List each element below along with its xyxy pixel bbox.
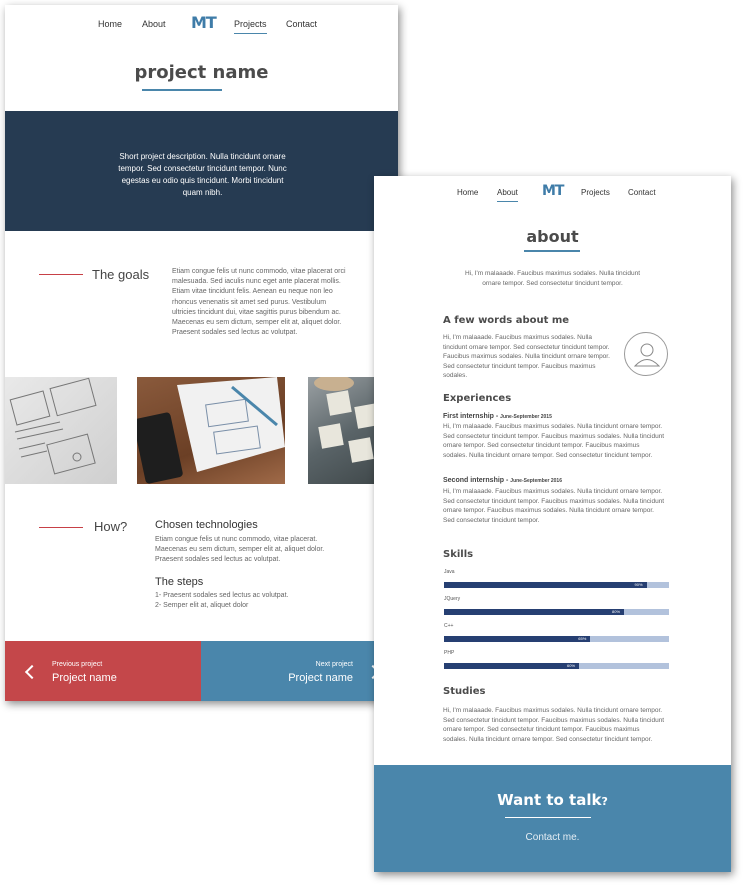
page-title: about <box>526 227 579 246</box>
skill-php-fill <box>444 663 579 669</box>
chevron-left-icon <box>24 664 40 680</box>
second-internship-text: Hi, I'm malaaade. Faucibus maximus sodal… <box>443 488 665 524</box>
second-internship-date: June-September 2016 <box>510 478 562 484</box>
how-heading: How? <box>94 519 128 534</box>
second-internship-name: Second internship - <box>443 477 511 484</box>
nav-home-link[interactable]: Home <box>457 188 478 197</box>
page-title: project name <box>134 62 269 83</box>
hero-description: Short project description. Nulla tincidu… <box>118 152 287 197</box>
notebook-phone-drawing <box>137 377 285 484</box>
previous-project-button[interactable]: Previous project Project name <box>5 641 201 701</box>
nav-projects-link[interactable]: Projects <box>234 19 267 34</box>
wireframe-sketch-drawing <box>9 377 97 475</box>
skill-php-label: PHP <box>444 650 455 656</box>
skill-jquery-fill <box>444 609 624 615</box>
skill-jquery-percent: 80% <box>612 609 621 614</box>
skill-java-percent: 90% <box>634 582 643 587</box>
next-project-caption: Next project <box>315 661 353 668</box>
skill-php-bar: 60% <box>444 663 669 669</box>
nav-home-link[interactable]: Home <box>98 19 122 29</box>
talk-heading-text: Want to talk <box>497 791 602 809</box>
contact-banner: Want to talk? Contact me. <box>374 765 731 872</box>
second-internship-title: Second internship - June-September 2016 <box>443 477 562 484</box>
chosen-technologies-heading: Chosen technologies <box>155 519 258 531</box>
nav-projects-link[interactable]: Projects <box>581 188 610 197</box>
skill-cpp-bar: 65% <box>444 636 669 642</box>
logo[interactable]: MT <box>191 13 217 32</box>
few-words-text: Hi, I'm malaaade. Faucibus maximus sodal… <box>443 334 610 379</box>
skill-cpp-percent: 65% <box>578 636 587 641</box>
experiences-heading: Experiences <box>443 393 512 404</box>
studies-text: Hi, I'm malaaade. Faucibus maximus sodal… <box>443 707 665 743</box>
skill-jquery-bar: 80% <box>444 609 669 615</box>
hero-banner: Short project description. Nulla tincidu… <box>5 111 398 231</box>
top-nav: Home About MT Projects Contact <box>5 5 398 45</box>
skill-jquery-label: JQuery <box>444 596 461 602</box>
chosen-technologies-text: Etiam congue felis ut nunc commodo, vita… <box>155 536 325 564</box>
step-1: 1- Praesent sodales sed lectus ac volutp… <box>155 592 289 599</box>
first-internship-text: Hi, I'm malaaade. Faucibus maximus sodal… <box>443 423 665 459</box>
skill-cpp-label: C++ <box>444 623 454 629</box>
skill-php-percent: 60% <box>567 663 576 668</box>
skill-java-fill <box>444 582 647 588</box>
talk-underline <box>505 817 591 818</box>
nav-about-link[interactable]: About <box>142 19 166 29</box>
logo[interactable]: MT <box>542 183 565 199</box>
few-words-heading: A few words about me <box>443 315 570 326</box>
about-page: Home About MT Projects Contact about Hi,… <box>374 176 731 872</box>
wireframe-sketch-image <box>5 377 117 484</box>
studies-heading: Studies <box>443 686 486 697</box>
steps-heading: The steps <box>155 576 204 588</box>
first-internship-date: June-September 2015 <box>500 414 552 420</box>
avatar <box>624 332 668 376</box>
first-internship-title: First internship - June-September 2015 <box>443 413 552 420</box>
step-2: 2- Semper elit at, aliquet dolor <box>155 602 249 609</box>
previous-project-caption: Previous project <box>52 661 103 668</box>
how-divider <box>39 527 83 528</box>
skills-heading: Skills <box>443 549 474 560</box>
goals-heading: The goals <box>92 267 150 282</box>
title-underline <box>142 89 222 91</box>
nav-contact-link[interactable]: Contact <box>286 19 317 29</box>
previous-project-name: Project name <box>52 672 117 684</box>
talk-heading: Want to talk? <box>374 791 731 809</box>
user-icon <box>633 343 661 367</box>
skill-java-bar: 90% <box>444 582 669 588</box>
goals-text: Etiam congue felis ut nunc commodo, vita… <box>172 268 346 337</box>
notebook-phone-image <box>137 377 285 484</box>
title-underline <box>524 250 580 252</box>
talk-question-mark: ? <box>601 795 608 808</box>
contact-me-link[interactable]: Contact me. <box>374 832 731 843</box>
top-nav: Home About MT Projects Contact <box>374 176 731 216</box>
next-project-name: Project name <box>288 672 353 684</box>
skill-cpp-fill <box>444 636 591 642</box>
nav-contact-link[interactable]: Contact <box>628 188 656 197</box>
skill-java-label: Java <box>444 569 455 575</box>
nav-about-link[interactable]: About <box>497 188 518 202</box>
project-page: Home About MT Projects Contact project n… <box>5 5 398 701</box>
next-project-button[interactable]: Next project Project name <box>201 641 398 701</box>
first-internship-name: First internship - <box>443 413 501 420</box>
intro-text: Hi, I'm malaaade. Faucibus maximus sodal… <box>464 270 640 287</box>
goals-divider <box>39 274 83 275</box>
